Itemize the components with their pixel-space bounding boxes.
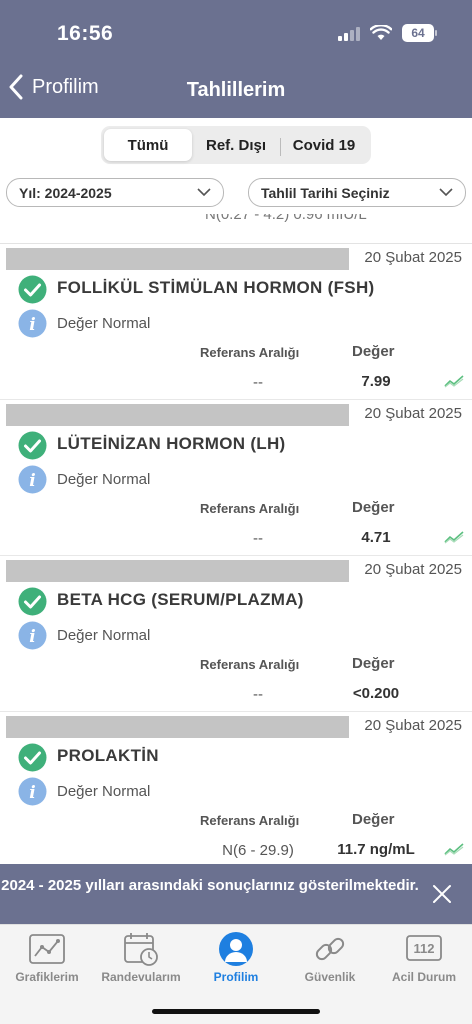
redacted-bar bbox=[6, 248, 349, 270]
wifi-icon bbox=[370, 25, 392, 40]
result-date: 20 Şubat 2025 bbox=[364, 561, 462, 578]
tab-emergency[interactable]: 112 Acil Durum bbox=[377, 931, 471, 984]
result-date: 20 Şubat 2025 bbox=[364, 405, 462, 422]
check-circle-icon bbox=[18, 431, 47, 460]
result-value: 7.99 bbox=[361, 373, 391, 390]
result-card[interactable]: 20 Şubat 2025 LÜTEİNİZAN HORMON (LH) i D… bbox=[0, 400, 472, 556]
reference-value: -- bbox=[253, 686, 263, 703]
result-status: Değer Normal bbox=[57, 783, 151, 800]
value-label: Değer bbox=[352, 343, 395, 360]
chevron-down-icon bbox=[439, 188, 453, 197]
partial-row-text: N(0.27 - 4.2) 0.96 mIU/L bbox=[205, 214, 367, 223]
test-name: PROLAKTİN bbox=[57, 746, 159, 765]
reference-label: Referans Aralığı bbox=[200, 657, 300, 672]
tab-profile[interactable]: Profilim bbox=[189, 931, 283, 984]
link-icon bbox=[315, 937, 345, 961]
test-name: LÜTEİNİZAN HORMON (LH) bbox=[57, 434, 286, 453]
svg-text:i: i bbox=[29, 783, 35, 803]
test-name: BETA HCG (SERUM/PLAZMA) bbox=[57, 590, 304, 609]
result-card[interactable]: 20 Şubat 2025 FOLLİKÜL STİMÜLAN HORMON (… bbox=[0, 244, 472, 400]
redacted-bar bbox=[6, 560, 349, 582]
card-header: 20 Şubat 2025 bbox=[0, 244, 472, 272]
result-status: Değer Normal bbox=[57, 315, 151, 332]
chart-icon bbox=[29, 934, 65, 964]
info-icon: i bbox=[18, 309, 47, 338]
redacted-bar bbox=[6, 716, 349, 738]
page-title: Tahlillerim bbox=[186, 79, 286, 101]
svg-text:i: i bbox=[29, 315, 35, 335]
trend-chart-icon[interactable] bbox=[444, 842, 464, 856]
tab-covid19[interactable]: Covid 19 bbox=[280, 129, 368, 161]
chevron-down-icon bbox=[197, 188, 211, 197]
year-select-value: Yıl: 2024-2025 bbox=[19, 184, 112, 201]
svg-text:i: i bbox=[29, 471, 35, 491]
calendar-icon bbox=[124, 933, 158, 966]
reference-value: -- bbox=[253, 530, 263, 547]
info-icon: i bbox=[18, 465, 47, 494]
card-header: 20 Şubat 2025 bbox=[0, 400, 472, 428]
segmented-control: Tümü Ref. Dışı Covid 19 bbox=[101, 126, 371, 164]
date-select[interactable]: Tahlil Tarihi Seçiniz bbox=[248, 178, 466, 207]
tab-security[interactable]: Güvenlik bbox=[283, 931, 377, 984]
result-status: Değer Normal bbox=[57, 627, 151, 644]
check-circle-icon bbox=[18, 587, 47, 616]
card-header: 20 Şubat 2025 bbox=[0, 556, 472, 584]
toast-message: 2024 - 2025 yılları arasındaki sonuçları… bbox=[1, 877, 419, 894]
value-label: Değer bbox=[352, 499, 395, 516]
home-indicator[interactable] bbox=[152, 1009, 320, 1014]
info-icon: i bbox=[18, 621, 47, 650]
card-header: 20 Şubat 2025 bbox=[0, 712, 472, 740]
tab-label: Güvenlik bbox=[304, 970, 356, 984]
close-icon[interactable] bbox=[430, 882, 454, 906]
status-time: 16:56 bbox=[57, 22, 114, 45]
redacted-bar bbox=[6, 404, 349, 426]
emergency-badge: 112 bbox=[414, 941, 435, 956]
result-status: Değer Normal bbox=[57, 471, 151, 488]
reference-value: N(6 - 29.9) bbox=[222, 842, 294, 859]
reference-label: Referans Aralığı bbox=[200, 501, 300, 516]
signal-icon bbox=[338, 25, 360, 41]
result-value: 4.71 bbox=[361, 529, 391, 546]
header: 16:56 64 Profilim Tahlillerim bbox=[0, 0, 472, 118]
info-toast: 2024 - 2025 yılları arasındaki sonuçları… bbox=[0, 864, 472, 924]
tab-label: Acil Durum bbox=[391, 970, 456, 984]
result-card[interactable]: 20 Şubat 2025 PROLAKTİN i Değer Normal R… bbox=[0, 712, 472, 864]
reference-value: -- bbox=[253, 374, 263, 391]
result-date: 20 Şubat 2025 bbox=[364, 249, 462, 266]
battery-icon: 64 bbox=[402, 24, 437, 42]
result-value: <0.200 bbox=[352, 685, 400, 702]
value-label: Değer bbox=[352, 811, 395, 828]
tab-label: Grafiklerim bbox=[15, 970, 79, 984]
svg-text:i: i bbox=[29, 627, 35, 647]
list-item-partial: N(0.27 - 4.2) 0.96 mIU/L bbox=[0, 214, 472, 244]
result-date: 20 Şubat 2025 bbox=[364, 717, 462, 734]
results-list[interactable]: N(0.27 - 4.2) 0.96 mIU/L 20 Şubat 2025 F… bbox=[0, 214, 472, 864]
check-circle-icon bbox=[18, 743, 47, 772]
trend-chart-icon[interactable] bbox=[444, 374, 464, 388]
profile-icon bbox=[219, 932, 253, 966]
trend-chart-icon[interactable] bbox=[444, 530, 464, 544]
value-label: Değer bbox=[352, 655, 395, 672]
tab-appointments[interactable]: Randevularım bbox=[94, 931, 188, 984]
date-select-value: Tahlil Tarihi Seçiniz bbox=[261, 184, 390, 201]
tab-label: Profilim bbox=[213, 970, 259, 984]
tab-graphs[interactable]: Grafiklerim bbox=[0, 931, 94, 984]
reference-label: Referans Aralığı bbox=[200, 813, 300, 828]
tab-all[interactable]: Tümü bbox=[104, 129, 192, 161]
year-select[interactable]: Yıl: 2024-2025 bbox=[6, 178, 224, 207]
status-icons: 64 bbox=[338, 24, 437, 42]
check-circle-icon bbox=[18, 275, 47, 304]
test-name: FOLLİKÜL STİMÜLAN HORMON (FSH) bbox=[57, 278, 375, 297]
tab-label: Randevularım bbox=[101, 970, 181, 984]
reference-label: Referans Aralığı bbox=[200, 345, 300, 360]
tab-out-of-range[interactable]: Ref. Dışı bbox=[192, 129, 280, 161]
result-value: 11.7 ng/mL bbox=[337, 841, 415, 858]
info-icon: i bbox=[18, 777, 47, 806]
result-card[interactable]: 20 Şubat 2025 BETA HCG (SERUM/PLAZMA) i … bbox=[0, 556, 472, 712]
emergency-112-icon: 112 bbox=[406, 935, 442, 961]
